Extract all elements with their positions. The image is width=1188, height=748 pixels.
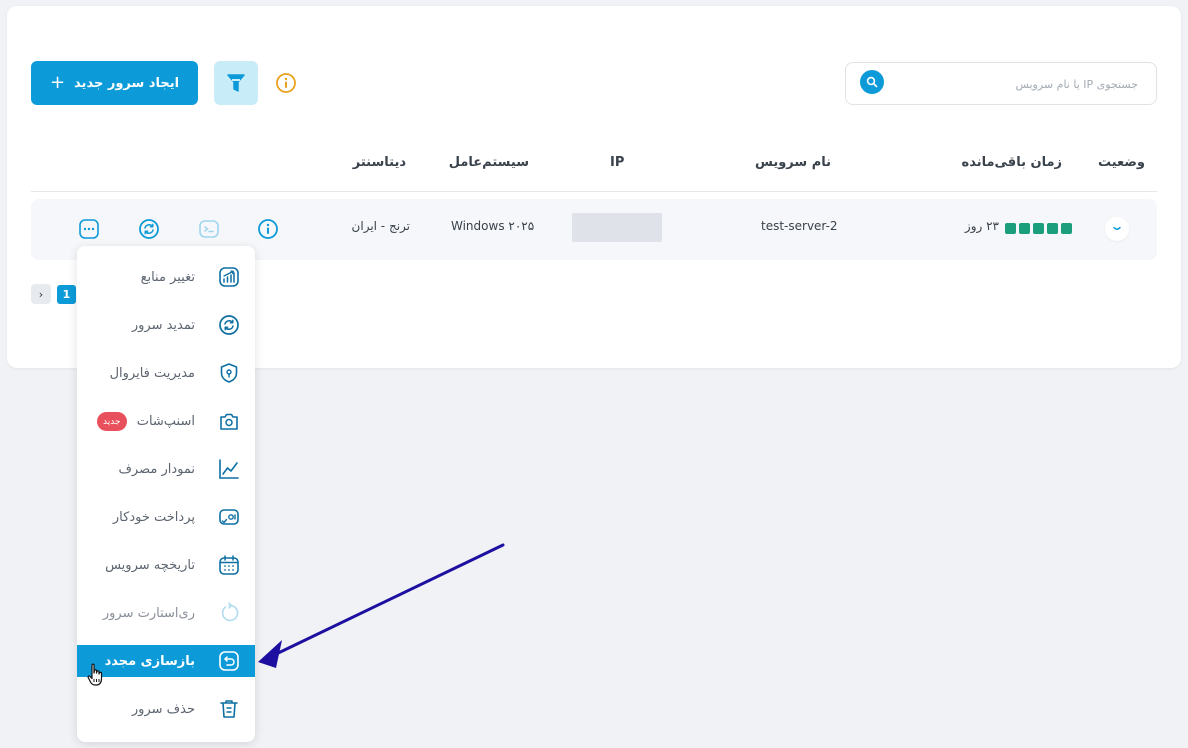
menu-item-service-history[interactable]: تاریخچه سرویس <box>77 549 255 581</box>
new-badge: جدید <box>97 412 127 431</box>
line-chart-icon <box>217 457 241 481</box>
service-name: test-server-2 <box>761 219 838 233</box>
restart-icon <box>217 601 241 625</box>
header-ip: IP <box>610 155 625 170</box>
menu-item-label: مدیریت فایروال <box>109 365 195 381</box>
create-server-label: ایجاد سرور جدید <box>74 75 180 91</box>
camera-icon <box>217 409 241 433</box>
renew-row-button[interactable] <box>137 217 161 241</box>
menu-item-label: اسنپ‌شات <box>136 413 195 429</box>
create-server-button[interactable]: ایجاد سرور جدید + <box>31 61 198 105</box>
more-icon <box>78 218 100 240</box>
os-name: Windows ۲۰۲۵ <box>451 219 535 233</box>
menu-item-firewall[interactable]: مدیریت فایروال <box>77 357 255 389</box>
row-info-button[interactable] <box>256 217 280 241</box>
menu-item-label: پرداخت خودکار <box>112 509 195 525</box>
menu-item-label: تغییر منابع <box>140 269 195 285</box>
renew-icon <box>217 313 241 337</box>
header-datacenter: دیتاسنتر <box>352 155 406 170</box>
plus-icon: + <box>49 72 66 93</box>
level-bar <box>1033 223 1044 234</box>
pagination-page-1[interactable]: 1 <box>57 285 76 304</box>
menu-item-label: حذف سرور <box>131 701 195 717</box>
remaining-time: ۲۳ روز <box>964 219 999 233</box>
header-remaining: زمان باقی‌مانده <box>961 155 1062 170</box>
level-bar <box>1061 223 1072 234</box>
menu-item-change-resources[interactable]: تغییر منابع <box>77 261 255 293</box>
search-box <box>845 62 1157 105</box>
menu-item-label: بازسازی مجدد <box>104 653 195 669</box>
rebuild-icon <box>217 649 241 673</box>
menu-item-renew-server[interactable]: تمدید سرور <box>77 309 255 341</box>
menu-item-snapshot[interactable]: اسنپ‌شات جدید <box>77 405 255 437</box>
filter-button[interactable] <box>214 61 258 105</box>
level-bar <box>1005 223 1016 234</box>
menu-item-label: نمودار مصرف <box>118 461 195 477</box>
search-icon <box>866 76 878 88</box>
menu-item-restart-server[interactable]: ری‌استارت سرور <box>77 597 255 629</box>
expand-row-button[interactable] <box>1105 217 1129 241</box>
menu-item-delete-server[interactable]: حذف سرور <box>77 693 255 725</box>
search-button[interactable] <box>860 70 884 94</box>
menu-item-label: ری‌استارت سرور <box>102 605 195 621</box>
remaining-level-bars <box>1005 223 1072 234</box>
terminal-icon <box>198 218 220 240</box>
auto-pay-icon <box>217 505 241 529</box>
chevron-down-icon <box>1112 226 1122 232</box>
hand-cursor-icon <box>87 663 105 687</box>
firewall-shield-icon <box>217 361 241 385</box>
trash-icon <box>217 697 241 721</box>
header-os: سیستم‌عامل <box>448 155 529 170</box>
search-input[interactable] <box>898 72 1138 96</box>
menu-item-label: تاریخچه سرویس <box>105 557 195 573</box>
ip-address-redacted <box>572 213 662 242</box>
header-service-name: نام سرویس <box>754 155 831 170</box>
info-icon <box>257 218 279 240</box>
more-actions-button[interactable] <box>77 217 101 241</box>
resources-chart-icon <box>217 265 241 289</box>
calendar-icon <box>217 553 241 577</box>
renew-icon <box>138 218 160 240</box>
filter-icon <box>226 73 246 93</box>
level-bar <box>1019 223 1030 234</box>
header-status: وضعیت <box>1097 155 1145 170</box>
header-divider <box>31 191 1157 192</box>
menu-item-label: تمدید سرور <box>131 317 195 333</box>
menu-item-auto-pay[interactable]: پرداخت خودکار <box>77 501 255 533</box>
datacenter-name: ترنج - ایران <box>351 219 410 233</box>
menu-item-usage-chart[interactable]: نمودار مصرف <box>77 453 255 485</box>
console-button[interactable] <box>197 217 221 241</box>
info-icon[interactable] <box>275 72 297 94</box>
pagination-next-button[interactable]: › <box>31 284 51 304</box>
level-bar <box>1047 223 1058 234</box>
